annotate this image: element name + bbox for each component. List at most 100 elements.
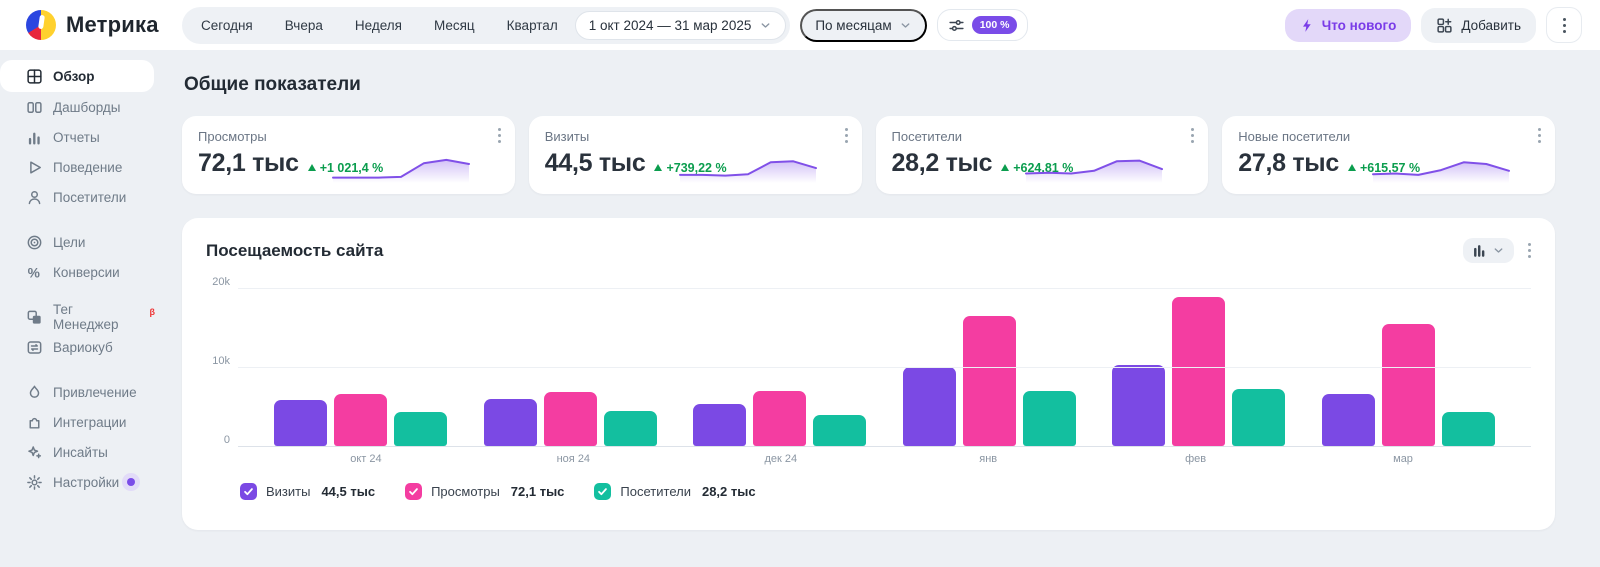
bar-group-3 <box>902 316 1076 446</box>
metric-card-1: Визиты 44,5 тыс +739,22 % <box>528 116 862 194</box>
legend-item-visits[interactable]: Визиты 44,5 тыс <box>240 483 375 500</box>
sidebar-item-visitors[interactable]: Посетители <box>0 182 154 212</box>
behavior-icon <box>26 159 43 176</box>
bar-visits-4 <box>1112 365 1166 446</box>
kebab-icon <box>1562 17 1566 33</box>
group-by-selector[interactable]: По месяцам <box>800 8 927 42</box>
overview-icon <box>26 68 43 85</box>
goals-icon <box>26 234 43 251</box>
bar-group-5 <box>1321 324 1495 446</box>
chart-type-selector[interactable] <box>1463 238 1514 263</box>
gridline <box>238 446 1531 447</box>
sidebar-item-label: Интеграции <box>53 414 127 430</box>
plot <box>238 288 1531 447</box>
y-tick-label: 0 <box>223 434 230 446</box>
topbar-more-button[interactable] <box>1546 7 1582 43</box>
chevron-down-icon <box>759 19 772 32</box>
main-content: Общие показатели Просмотры 72,1 тыс +1 021… <box>168 50 1600 567</box>
card-menu-button[interactable] <box>1538 128 1541 143</box>
period-button-4[interactable]: Квартал <box>492 11 573 40</box>
bar-visits-5 <box>1321 394 1375 446</box>
sidebar-item-overview[interactable]: Обзор <box>0 60 154 92</box>
sidebar-item-tag-manager[interactable]: Тег Менеджер β <box>0 302 156 332</box>
bar-views-1 <box>543 392 597 446</box>
sidebar-item-integrations[interactable]: Интеграции <box>0 407 154 437</box>
bar-group-2 <box>693 391 867 446</box>
sparkline-chart <box>678 160 817 183</box>
card-menu-button[interactable] <box>844 128 848 143</box>
sidebar-item-behavior[interactable]: Поведение <box>0 152 154 182</box>
period-button-0[interactable]: Сегодня <box>186 11 268 40</box>
sidebar-item-reports[interactable]: Отчеты <box>0 122 154 152</box>
topbar-actions: Что новогo Добавить <box>1284 7 1600 43</box>
legend-value: 44,5 тыс <box>321 484 376 499</box>
period-buttons: Сегодня Вчера Неделя Месяц Квартал <box>186 11 573 40</box>
metrika-logo[interactable]: Метрика <box>0 10 168 40</box>
bar-views-0 <box>334 394 388 446</box>
metrika-logo-icon <box>26 10 56 40</box>
add-button[interactable]: Добавить <box>1421 7 1536 43</box>
sidebar-item-variocube[interactable]: Вариокуб <box>0 332 154 362</box>
bar-visitors-2 <box>813 415 867 446</box>
period-button-3[interactable]: Месяц <box>419 11 490 40</box>
lightning-icon <box>1300 18 1315 33</box>
sparkline-chart <box>331 158 470 183</box>
sidebar-item-label: Вариокуб <box>53 339 113 355</box>
sidebar-item-conversions[interactable]: % Конверсии <box>0 257 154 287</box>
period-button-1[interactable]: Вчера <box>270 11 338 40</box>
brand-name: Метрика <box>66 12 159 37</box>
x-tick-label: фев <box>1185 453 1207 465</box>
bar-visitors-4 <box>1232 389 1286 446</box>
legend-label: Просмотры <box>431 484 500 499</box>
x-tick-label: дек 24 <box>764 453 798 465</box>
sampling-control[interactable]: 100 % <box>936 9 1029 41</box>
bar-views-5 <box>1381 324 1435 446</box>
sidebar-item-settings[interactable]: Настройки <box>0 467 154 497</box>
variocube-icon <box>26 339 43 356</box>
bar-group-1 <box>483 392 657 446</box>
y-axis-labels: 0 10k 20k <box>206 276 238 447</box>
settings-icon <box>26 474 43 491</box>
sidebar-group-2: Тег Менеджер β Вариокуб <box>0 302 168 362</box>
sidebar-item-label: Обзор <box>53 68 95 84</box>
sidebar-item-insights[interactable]: Инсайты <box>0 437 154 467</box>
sidebar-item-label: Привлечение <box>53 384 137 400</box>
metric-cards-row: Просмотры 72,1 тыс +1 021,4 % Визиты 44,5 ты… <box>182 116 1555 194</box>
metric-value: 27,8 тыс <box>1238 149 1339 177</box>
sidebar-item-label: Поведение <box>53 159 123 175</box>
reports-icon <box>26 129 43 146</box>
chart-plot-area: 0 10k 20k <box>206 276 1531 447</box>
bar-chart-icon <box>1472 243 1487 258</box>
bar-views-4 <box>1172 297 1226 446</box>
sidebar-item-goals[interactable]: Цели <box>0 227 154 257</box>
legend-label: Визиты <box>266 484 311 499</box>
sidebar-group-1: Цели% Конверсии <box>0 227 168 287</box>
sidebar-item-acquisition[interactable]: Привлечение <box>0 377 154 407</box>
tag-manager-icon <box>26 309 43 326</box>
card-menu-button[interactable] <box>1191 128 1195 143</box>
legend-item-views[interactable]: Просмотры 72,1 тыс <box>405 483 564 500</box>
x-tick-label: ноя 24 <box>556 453 591 465</box>
whats-new-button[interactable]: Что новогo <box>1284 8 1412 42</box>
sidebar-group-3: Привлечение Интеграции Инсайты Настройки <box>0 377 168 497</box>
chart-legend: Визиты 44,5 тыс Просмотры 72,1 тыс Посетител… <box>240 483 1531 500</box>
chart-title: Посещаемость сайта <box>206 240 384 260</box>
period-toolbar: Сегодня Вчера Неделя Месяц Квартал 1 окт 202… <box>182 6 1029 44</box>
beta-badge: β <box>149 307 156 317</box>
bar-visits-2 <box>693 404 747 446</box>
period-group: Сегодня Вчера Неделя Месяц Квартал 1 окт 202… <box>182 6 791 44</box>
x-axis-labels: окт 24 ноя 24 дек 24 янв фев мар <box>238 453 1531 465</box>
sidebar-item-dashboards[interactable]: Дашборды <box>0 92 154 122</box>
chart-menu-button[interactable] <box>1528 243 1531 258</box>
bar-group-4 <box>1112 297 1286 446</box>
period-button-2[interactable]: Неделя <box>340 11 417 40</box>
legend-item-visitors[interactable]: Посетители 28,2 тыс <box>594 483 756 500</box>
sidebar-item-label: Дашборды <box>53 99 121 115</box>
metric-value: 44,5 тыс <box>544 149 646 177</box>
bar-visits-0 <box>274 400 328 446</box>
sliders-icon <box>948 17 965 34</box>
whats-new-label: Что новогo <box>1321 17 1397 33</box>
card-menu-button[interactable] <box>497 128 501 143</box>
checkbox-checked-icon <box>594 483 612 500</box>
date-range-selector[interactable]: 1 окт 2024 — 31 мар 2025 <box>574 10 787 40</box>
